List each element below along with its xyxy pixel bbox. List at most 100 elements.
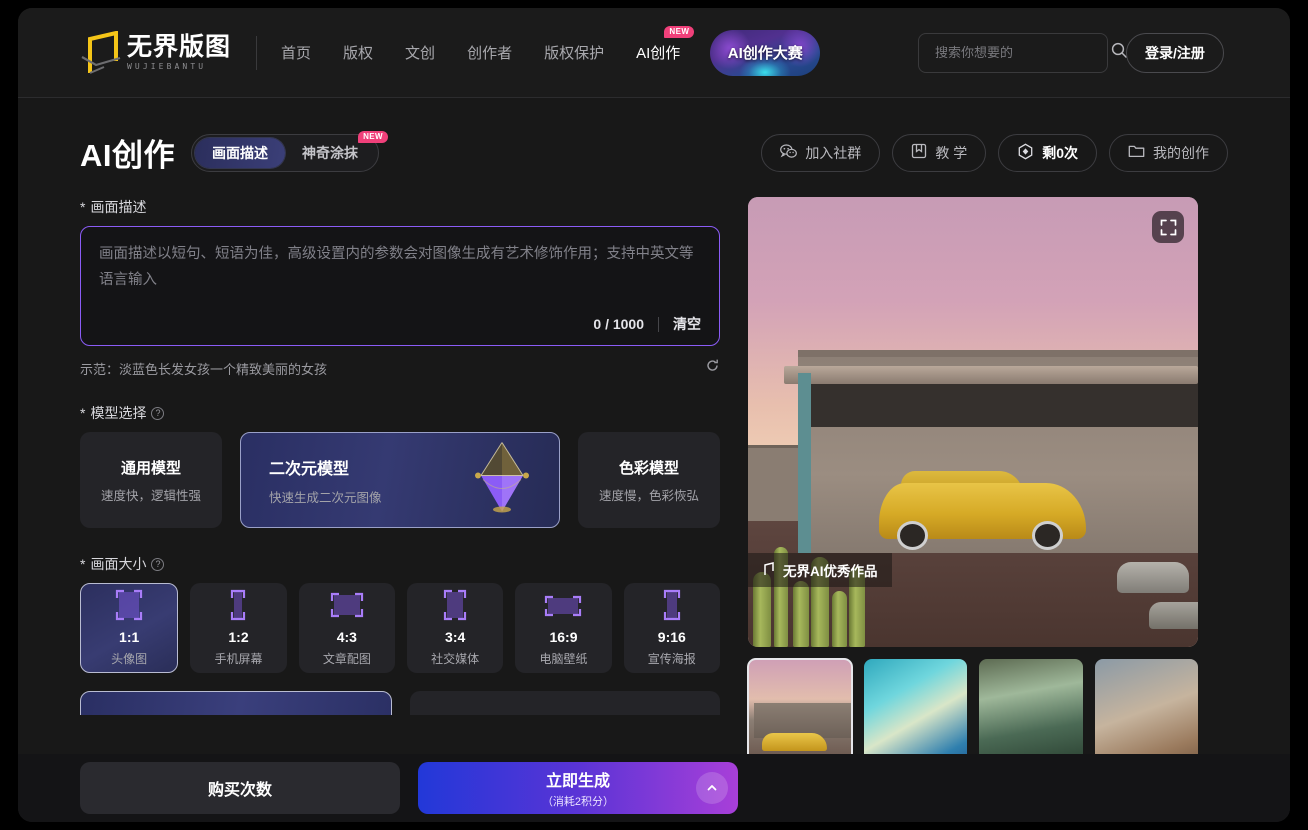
nav-label: 文创: [405, 45, 435, 62]
model-section: * 模型选择 ? 通用模型 速度快，逻辑性强 二次元模型 快速生成二次元图像: [80, 403, 720, 528]
diamond-icon: [1017, 143, 1034, 163]
required-star: *: [80, 556, 85, 572]
button-label: 剩0次: [1042, 143, 1078, 163]
size-frame-icon: [111, 589, 147, 623]
label-text: 画面大小: [90, 554, 146, 574]
button-label: 我的创作: [1153, 143, 1209, 163]
generate-button[interactable]: 立即生成 （消耗2积分）: [418, 762, 738, 814]
size-option-16-9[interactable]: 16:9 电脑壁纸: [515, 583, 611, 673]
preview-building-shade: [798, 382, 1199, 427]
size-frame-icon: [654, 589, 690, 623]
chevron-up-icon[interactable]: [696, 772, 728, 804]
char-counter: 0 / 1000: [593, 316, 644, 332]
nav-item-ai-create[interactable]: NEW AI创作: [620, 42, 696, 63]
preview-rock: [1117, 562, 1189, 594]
nav-item-ai-contest[interactable]: AI创作大赛: [710, 30, 820, 76]
model-option-anime[interactable]: 二次元模型 快速生成二次元图像: [240, 432, 560, 528]
required-star: *: [80, 199, 85, 215]
refresh-icon[interactable]: [705, 358, 720, 378]
main-nav: 首页 版权 文创 创作者 版权保护 NEW AI创作 AI创作大赛: [265, 8, 820, 97]
search-box[interactable]: [918, 33, 1108, 73]
size-option-9-16[interactable]: 9:16 宣传海报: [624, 583, 720, 673]
size-option-3-4[interactable]: 3:4 社交媒体: [407, 583, 503, 673]
model-desc: 快速生成二次元图像: [269, 487, 382, 506]
fullscreen-icon[interactable]: [1152, 211, 1184, 243]
buy-credits-button[interactable]: 购买次数: [80, 762, 400, 814]
size-ratio: 4:3: [337, 629, 357, 645]
model-name: 通用模型: [121, 457, 181, 478]
nav-label: 创作者: [467, 45, 512, 62]
model-desc: 速度慢，色彩恢弘: [599, 485, 699, 504]
generate-label: 立即生成: [546, 767, 610, 791]
title-actions: 加入社群 教 学: [761, 134, 1228, 172]
nav-item-home[interactable]: 首页: [265, 42, 327, 63]
size-option-1-2[interactable]: 1:2 手机屏幕: [190, 583, 286, 673]
clear-prompt-button[interactable]: 清空: [673, 314, 701, 334]
model-option-general[interactable]: 通用模型 速度快，逻辑性强: [80, 432, 222, 528]
size-section: * 画面大小 ? 1:1: [80, 554, 720, 673]
nav-item-copyright[interactable]: 版权: [327, 42, 389, 63]
button-label: 购买次数: [208, 776, 272, 800]
model-desc: 速度快，逻辑性强: [101, 485, 201, 504]
size-name: 文章配图: [323, 650, 371, 667]
size-option-1-1[interactable]: 1:1 头像图: [80, 583, 178, 673]
page-body: AI创作 画面描述 神奇涂抹 NEW: [18, 98, 1290, 822]
new-badge: NEW: [664, 26, 694, 38]
model-name: 色彩模型: [619, 457, 679, 478]
prompt-label: * 画面描述: [80, 197, 720, 217]
join-community-button[interactable]: 加入社群: [761, 134, 880, 172]
gem-icon: [471, 440, 533, 521]
search-input[interactable]: [935, 45, 1111, 60]
size-option-4-3[interactable]: 4:3 文章配图: [299, 583, 395, 673]
size-name: 电脑壁纸: [539, 650, 587, 667]
preview-image[interactable]: 无界AI优秀作品: [748, 197, 1198, 647]
thumb-car: [762, 733, 826, 751]
preview-shed: [748, 445, 802, 522]
wujie-logo-icon: [762, 562, 775, 579]
nav-item-copyright-protect[interactable]: 版权保护: [528, 42, 620, 63]
caption-text: 无界AI优秀作品: [783, 560, 878, 580]
tab-label: 神奇涂抹: [302, 143, 358, 163]
preview-column: 无界AI优秀作品: [748, 197, 1198, 777]
login-register-button[interactable]: 登录/注册: [1126, 33, 1224, 73]
model-name: 二次元模型: [269, 455, 349, 479]
help-icon[interactable]: ?: [151, 407, 164, 420]
nav-item-cultural[interactable]: 文创: [389, 42, 451, 63]
size-label: * 画面大小 ?: [80, 554, 720, 574]
tab-image-description[interactable]: 画面描述: [195, 138, 285, 168]
nav-label: 首页: [281, 45, 311, 62]
button-label: 加入社群: [805, 143, 861, 163]
size-ratio: 1:1: [119, 629, 139, 645]
page-title: AI创作: [80, 130, 175, 175]
nav-label: 版权保护: [544, 45, 604, 62]
size-frame-icon: [327, 589, 367, 623]
bottom-action-bar: 购买次数 立即生成 （消耗2积分）: [18, 754, 1290, 822]
example-text: 示范：淡蓝色长发女孩一个精致美丽的女孩: [80, 359, 327, 378]
model-option-color[interactable]: 色彩模型 速度慢，色彩恢弘: [578, 432, 720, 528]
nav-contest-label: AI创作大赛: [728, 42, 803, 63]
remaining-count-button[interactable]: 剩0次: [998, 134, 1097, 172]
my-creations-button[interactable]: 我的创作: [1109, 134, 1228, 172]
site-logo[interactable]: 无界版图 WUJIEBANTU: [80, 29, 231, 77]
additional-options-row: [80, 691, 720, 715]
size-ratio: 3:4: [445, 629, 465, 645]
tab-magic-paint[interactable]: 神奇涂抹 NEW: [285, 138, 375, 168]
additional-option-selected[interactable]: [80, 691, 392, 715]
size-frame-icon: [437, 589, 473, 623]
additional-option[interactable]: [410, 691, 720, 715]
help-icon[interactable]: ?: [151, 558, 164, 571]
header-divider: [256, 36, 257, 70]
title-row: AI创作 画面描述 神奇涂抹 NEW: [18, 98, 1290, 175]
generate-cost-label: （消耗2积分）: [542, 793, 614, 809]
preview-rock: [1149, 602, 1199, 629]
wechat-icon: [780, 144, 797, 162]
content-area: * 画面描述 画面描述以短句、短语为佳，高级设置内的参数会对图像生成有艺术修饰作…: [18, 197, 1290, 777]
divider: [658, 317, 659, 332]
tutorial-button[interactable]: 教 学: [892, 134, 986, 172]
nav-item-creator[interactable]: 创作者: [451, 42, 528, 63]
prompt-placeholder: 画面描述以短句、短语为佳，高级设置内的参数会对图像生成有艺术修饰作用；支持中英文…: [99, 241, 701, 313]
required-star: *: [80, 405, 85, 421]
size-ratio: 9:16: [658, 629, 686, 645]
prompt-input-box[interactable]: 画面描述以短句、短语为佳，高级设置内的参数会对图像生成有艺术修饰作用；支持中英文…: [80, 226, 720, 346]
example-row: 示范：淡蓝色长发女孩一个精致美丽的女孩: [80, 359, 720, 377]
